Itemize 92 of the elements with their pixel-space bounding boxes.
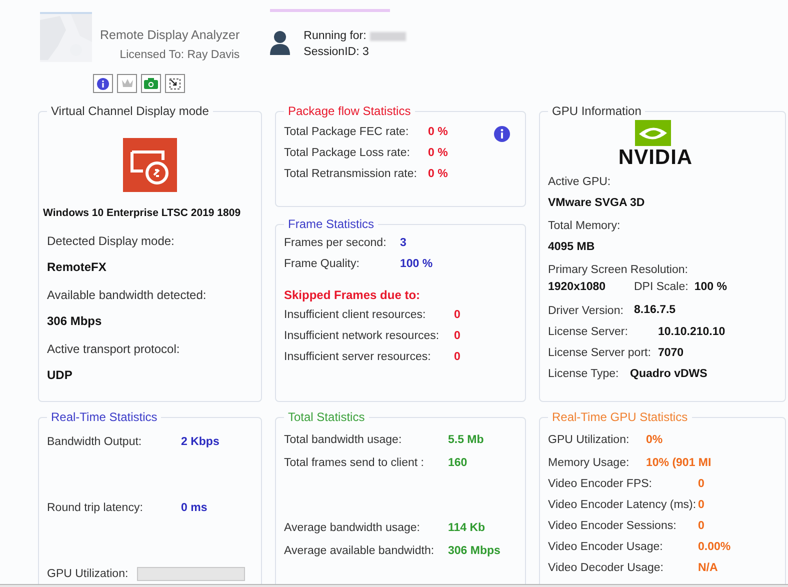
- field-label: GPU Utilization:: [47, 567, 130, 582]
- field-label: Insufficient server resources:: [284, 350, 432, 365]
- remote-desktop-icon: [123, 138, 177, 192]
- field-value: 0 %: [428, 146, 448, 161]
- field-label: Memory Usage:: [548, 456, 630, 471]
- field-label: Primary Screen Resolution:: [548, 263, 689, 278]
- field-label: Insufficient network resources:: [284, 329, 440, 344]
- user-icon: [270, 31, 290, 55]
- group-title: Real-Time Statistics: [50, 409, 158, 426]
- running-label: Running for:: [304, 29, 366, 44]
- field-value: 0: [698, 519, 704, 534]
- field-value: RemoteFX: [47, 258, 108, 276]
- field-label: License Server port:: [548, 346, 652, 361]
- license-text: Licensed To: Ray Davis: [120, 48, 240, 63]
- field-label: Bandwidth Output:: [47, 435, 143, 450]
- field-value: 4095 MB: [548, 240, 596, 255]
- field-label: Average bandwidth usage:: [284, 521, 421, 536]
- field-value: 0: [454, 329, 460, 344]
- field-label: Total Package FEC rate:: [284, 125, 410, 140]
- crown-button[interactable]: [117, 74, 137, 93]
- section-heading: Skipped Frames due to:: [284, 287, 422, 304]
- field-label: Total Package Loss rate:: [284, 146, 411, 161]
- field-label: Total Memory:: [548, 219, 622, 234]
- field-value: 0: [454, 308, 460, 323]
- field-label: Active GPU:: [548, 175, 612, 190]
- logo-text: NVIDIA: [618, 146, 693, 170]
- field-label: Video Encoder Sessions:: [548, 519, 678, 534]
- field-value: 10% (901 MI: [646, 456, 712, 471]
- field-value: 160: [448, 456, 468, 471]
- field-label: Driver Version:: [548, 304, 624, 319]
- info-button[interactable]: [93, 74, 113, 93]
- field-label: Total Retransmission rate:: [284, 167, 418, 182]
- field-value: 0 %: [428, 125, 448, 140]
- camera-button[interactable]: [141, 74, 161, 93]
- field-label: Frame Quality:: [284, 257, 360, 272]
- group-title: Frame Statistics: [287, 216, 376, 233]
- field-label: Video Encoder Latency (ms):: [548, 498, 698, 513]
- camera-icon: [144, 78, 158, 89]
- field-label: Video Encoder FPS:: [548, 477, 653, 492]
- group-title: Virtual Channel Display mode: [50, 103, 210, 120]
- group-title: Package flow Statistics: [287, 103, 412, 120]
- field-value: 10.10.210.10: [658, 325, 726, 340]
- field-label: Available bandwidth detected:: [47, 286, 208, 304]
- field-value: 5.5 Mb: [448, 433, 484, 448]
- field-label: Detected Display mode:: [47, 232, 176, 250]
- field-value: VMware SVGA 3D: [548, 196, 646, 211]
- redacted-value: [370, 32, 406, 40]
- session-id: SessionID: 3: [304, 45, 370, 60]
- field-label: License Server:: [548, 325, 629, 340]
- field-label: Round trip latency:: [47, 501, 144, 516]
- field-value: 0.00%: [698, 540, 731, 555]
- field-value: 0 %: [428, 167, 448, 182]
- field-label: Average available bandwidth:: [284, 544, 436, 559]
- crown-icon: [120, 78, 134, 89]
- select-button[interactable]: [165, 74, 185, 93]
- field-value: 7070: [658, 346, 684, 361]
- field-value: Quadro vDWS: [630, 367, 708, 382]
- os-name: Windows 10 Enterprise LTSC 2019 1809: [43, 206, 242, 221]
- field-value: 0%: [646, 433, 663, 448]
- field-value: 306 Mbps: [448, 544, 500, 559]
- field-value: 0: [698, 477, 704, 492]
- cursor-select-icon: [169, 78, 181, 90]
- field-value: UDP: [47, 366, 74, 384]
- eye-logo-icon: [634, 120, 670, 146]
- field-label: Video Encoder Usage:: [548, 540, 664, 555]
- field-label: GPU Utilization:: [548, 433, 630, 448]
- group-title: GPU Information: [551, 103, 642, 120]
- field-value: 0 ms: [181, 501, 208, 516]
- field-value: N/A: [698, 561, 718, 576]
- group-title: Real-Time GPU Statistics: [551, 409, 689, 426]
- app-title: Remote Display Analyzer: [100, 27, 240, 44]
- field-value: 0: [454, 350, 460, 365]
- group-title: Total Statistics: [287, 409, 366, 426]
- field-label: Active transport protocol:: [47, 340, 181, 358]
- field-value: 1920x1080: [548, 280, 607, 295]
- info-icon: [494, 126, 510, 142]
- field-value: 3: [400, 236, 406, 251]
- field-value: 100 %: [400, 257, 433, 272]
- field-label: Total bandwidth usage:: [284, 433, 403, 448]
- info-icon: [97, 78, 109, 90]
- field-value: 306 Mbps: [47, 312, 103, 330]
- field-label: Frames per second:: [284, 236, 388, 251]
- field-label: DPI Scale:: [634, 280, 688, 295]
- field-label: Insufficient client resources:: [284, 308, 427, 323]
- field-value: 100 %: [694, 280, 727, 295]
- field-label: Total frames send to client :: [284, 456, 425, 471]
- field-value: 2 Kbps: [181, 435, 220, 450]
- field-value: 0: [698, 498, 704, 513]
- field-value: 8.16.7.5: [634, 302, 676, 318]
- field-label: License Type:: [548, 367, 620, 382]
- field-value: 114 Kb: [448, 521, 486, 536]
- field-label: Video Decoder Usage:: [548, 561, 664, 576]
